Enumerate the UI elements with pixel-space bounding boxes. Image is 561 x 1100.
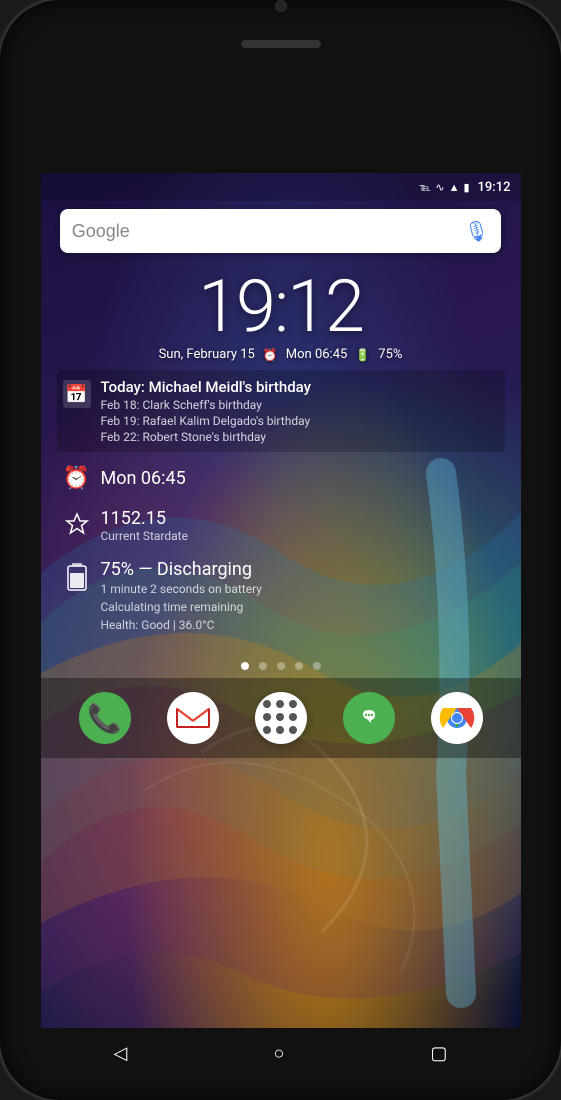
- page-dot-3[interactable]: [277, 662, 285, 670]
- navigation-bar: ◁ ○ ▢: [41, 1028, 521, 1078]
- hangouts-icon: [353, 702, 385, 734]
- wifi-icon: ∿: [435, 181, 444, 194]
- search-bar[interactable]: Google 🎙: [60, 209, 502, 253]
- dock-gmail-app[interactable]: [167, 692, 219, 744]
- signal-icon: ▲: [449, 181, 460, 194]
- main-content: 19:12 Sun, February 15 ⏰ Mon 06:45 🔋 75%…: [41, 261, 521, 654]
- battery-widget[interactable]: 75% — Discharging 1 minute 2 seconds on …: [57, 553, 505, 640]
- calendar-entry-3: Feb 22: Robert Stone's birthday: [101, 430, 499, 444]
- dock-hangouts-app[interactable]: [343, 692, 395, 744]
- apps-grid-icon: [263, 700, 299, 736]
- stardate-icon-box: [63, 510, 91, 538]
- home-button[interactable]: ○: [253, 1033, 304, 1074]
- clock-date: Sun, February 15: [159, 347, 255, 362]
- clock-hour: 19: [198, 264, 274, 349]
- recents-button[interactable]: ▢: [410, 1033, 467, 1074]
- clock-battery-percent: 75%: [378, 347, 402, 362]
- calendar-icon-box: 📅: [63, 380, 91, 408]
- alarm-clock-icon: ⏰: [263, 348, 278, 362]
- calendar-widget[interactable]: 📅 Today: Michael Meidl's birthday Feb 18…: [57, 370, 505, 452]
- battery-detail-line1: 1 minute 2 seconds on battery: [101, 580, 499, 598]
- calendar-entry-2: Feb 19: Rafael Kalim Delgado's birthday: [101, 414, 499, 428]
- stardate-value: 1152.15: [101, 508, 188, 529]
- battery-icon-box: [63, 561, 91, 593]
- clock-alarm-time: Mon 06:45: [286, 347, 348, 362]
- dock-phone-app[interactable]: 📞: [79, 692, 131, 744]
- calendar-entry-1: Feb 18: Clark Scheff's birthday: [101, 398, 499, 412]
- page-indicator: [41, 662, 521, 670]
- battery-icon: ▮: [463, 181, 469, 194]
- battery-status-text: 75% — Discharging: [101, 559, 499, 580]
- clock-info-row: Sun, February 15 ⏰ Mon 06:45 🔋 75%: [57, 347, 505, 362]
- clock-time: 19:12: [57, 271, 505, 343]
- battery-info: 75% — Discharging 1 minute 2 seconds on …: [101, 559, 499, 634]
- clock-battery-icon: 🔋: [355, 348, 370, 362]
- page-dot-5[interactable]: [313, 662, 321, 670]
- front-camera: [275, 0, 287, 12]
- voice-search-icon[interactable]: 🎙: [464, 219, 489, 243]
- calendar-today-event: Today: Michael Meidl's birthday: [101, 378, 499, 396]
- stardate-info: 1152.15 Current Stardate: [101, 508, 188, 543]
- status-time: 19:12: [478, 180, 511, 195]
- battery-level-icon: [67, 563, 87, 591]
- gmail-icon: [175, 705, 211, 731]
- calendar-icon: 📅: [65, 384, 87, 405]
- phone-app-icon: 📞: [87, 702, 122, 735]
- alarm-bell-icon: ⏰: [63, 466, 90, 491]
- battery-detail-line2: Calculating time remaining: [101, 598, 499, 616]
- back-button[interactable]: ◁: [94, 1033, 148, 1074]
- chrome-icon: [439, 700, 475, 736]
- clock-colon: :: [274, 264, 287, 349]
- status-bar: ℡ ∿ ▲ ▮ 19:12: [41, 173, 521, 201]
- clock-widget: 19:12 Sun, February 15 ⏰ Mon 06:45 🔋 75%: [57, 271, 505, 362]
- dock-apps-button[interactable]: [255, 692, 307, 744]
- stardate-widget[interactable]: 1152.15 Current Stardate: [57, 502, 505, 549]
- calendar-text: Today: Michael Meidl's birthday Feb 18: …: [101, 378, 499, 444]
- app-dock: 📞: [41, 678, 521, 758]
- phone-frame: ℡ ∿ ▲ ▮ 19:12 Google 🎙 19:12 Sun, Februa…: [0, 0, 561, 1100]
- alarm-time-display: Mon 06:45: [101, 468, 186, 489]
- dock-chrome-app[interactable]: [431, 692, 483, 744]
- alarm-widget[interactable]: ⏰ Mon 06:45: [57, 458, 505, 498]
- phone-screen: ℡ ∿ ▲ ▮ 19:12 Google 🎙 19:12 Sun, Februa…: [41, 173, 521, 1028]
- status-icons: ℡ ∿ ▲ ▮ 19:12: [420, 180, 511, 195]
- search-google-logo: Google: [72, 221, 464, 242]
- clock-minute: 12: [287, 264, 363, 349]
- earpiece-speaker: [241, 40, 321, 48]
- page-dot-2[interactable]: [259, 662, 267, 670]
- alarm-icon-box: ⏰: [63, 464, 91, 492]
- star-trek-icon: [65, 512, 89, 536]
- page-dot-1[interactable]: [241, 662, 249, 670]
- battery-detail-line3: Health: Good | 36.0°C: [101, 616, 499, 634]
- stardate-label: Current Stardate: [101, 529, 188, 543]
- page-dot-4[interactable]: [295, 662, 303, 670]
- bluetooth-icon: ℡: [420, 181, 432, 194]
